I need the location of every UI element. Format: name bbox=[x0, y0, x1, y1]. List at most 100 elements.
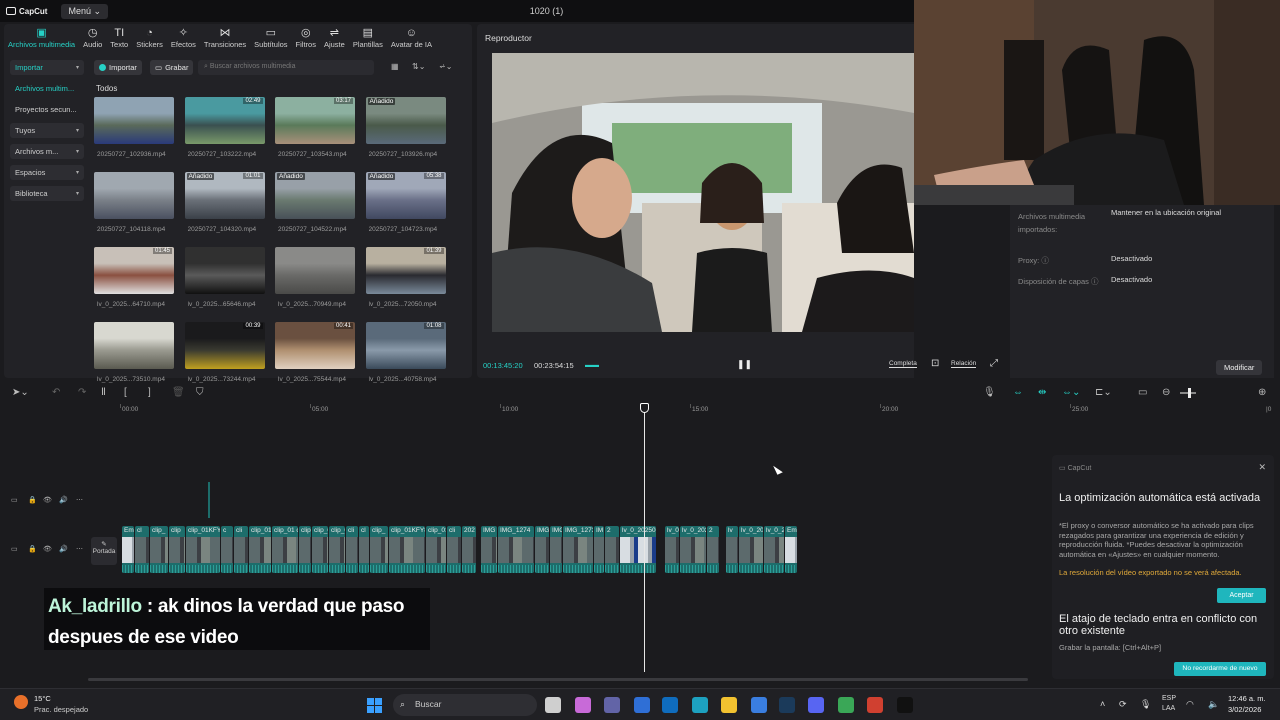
volume-icon[interactable]: 🔊 bbox=[59, 496, 68, 504]
side-nav-item[interactable]: Biblioteca ▾ bbox=[10, 186, 84, 201]
modify-button[interactable]: Modificar bbox=[1216, 360, 1263, 375]
outlook-icon[interactable] bbox=[662, 697, 678, 713]
timeline-clip[interactable]: clip_01 bbox=[426, 526, 446, 573]
media-thumbnail[interactable] bbox=[275, 247, 355, 294]
sync-icon[interactable]: ⟳ bbox=[1119, 699, 1127, 710]
chrome-icon[interactable] bbox=[838, 697, 854, 713]
timeline-clip[interactable]: Em bbox=[122, 526, 134, 573]
chrome-alt-icon[interactable] bbox=[867, 697, 883, 713]
timeline-clip[interactable]: clip bbox=[299, 526, 311, 573]
media-thumbnail[interactable]: 01:45 bbox=[94, 247, 174, 294]
undo-icon[interactable]: ↶ bbox=[52, 387, 60, 398]
media-thumbnail[interactable]: 05:38 Añadido bbox=[365, 172, 446, 219]
timeline-clip[interactable]: IMG bbox=[550, 526, 562, 573]
tab-media[interactable]: ▣ Archivos multimedia bbox=[4, 24, 79, 49]
zoom-in-icon[interactable]: ⊕ bbox=[1258, 387, 1266, 398]
preview-axis-icon[interactable]: ⊏⌄ bbox=[1095, 387, 1112, 398]
timeline-clip[interactable]: 202 bbox=[462, 526, 476, 573]
dont-remind-button[interactable]: No recordarme de nuevo bbox=[1174, 662, 1266, 676]
timeline-clip[interactable]: IMG_1 bbox=[535, 526, 549, 573]
media-thumbnail[interactable]: 03:17 bbox=[275, 97, 355, 144]
timeline-clip[interactable]: clip_0 bbox=[329, 526, 345, 573]
caption-icon[interactable]: ▭ bbox=[1138, 387, 1147, 398]
side-nav-item[interactable]: Archivos m... ▾ bbox=[10, 144, 84, 159]
more-icon[interactable]: ⋯ bbox=[76, 545, 83, 553]
media-thumbnail[interactable]: 02:49 bbox=[184, 97, 265, 144]
media-thumbnail[interactable]: 00:39 bbox=[184, 322, 265, 369]
speaker-icon[interactable]: 🔈 bbox=[1208, 699, 1219, 710]
crop-icon[interactable]: ⊡ bbox=[931, 358, 939, 369]
media-search-input[interactable]: ⌕ Buscar archivos multimedia bbox=[198, 60, 374, 75]
timeline-clip[interactable]: clip_01 bbox=[249, 526, 271, 573]
clock-date[interactable]: 3/02/2026 bbox=[1228, 705, 1261, 714]
zoom-out-icon[interactable]: ⊖ bbox=[1162, 387, 1170, 398]
zoom-slider-handle[interactable] bbox=[1188, 388, 1191, 398]
playhead[interactable] bbox=[644, 404, 645, 672]
media-thumbnail[interactable] bbox=[184, 247, 265, 294]
timeline-clip[interactable]: c bbox=[221, 526, 233, 573]
timeline-clip[interactable]: 2 bbox=[605, 526, 619, 573]
timeline-clip[interactable]: clip_01 cli bbox=[272, 526, 298, 573]
cover-button[interactable]: ✎ Portada bbox=[91, 537, 117, 565]
media-thumbnail[interactable] bbox=[94, 172, 174, 219]
pause-button[interactable]: ❚❚ bbox=[737, 359, 752, 370]
link-icon[interactable]: ⇔⌄ bbox=[1062, 387, 1080, 398]
weather-temp[interactable]: 15°C bbox=[34, 694, 51, 703]
grid-view-icon[interactable]: ▦ bbox=[391, 62, 399, 71]
tab-audio[interactable]: ◷ Audio bbox=[79, 24, 106, 49]
timeline-clip[interactable]: clip_ bbox=[370, 526, 388, 573]
media-thumbnail[interactable]: Añadido bbox=[275, 172, 355, 219]
tab-adjust[interactable]: ⇌ Ajuste bbox=[320, 24, 349, 49]
media-thumbnail[interactable] bbox=[94, 97, 174, 144]
tab-templates[interactable]: ▤ Plantillas bbox=[349, 24, 387, 49]
timeline-clip[interactable]: 2 bbox=[707, 526, 719, 573]
tab-filters[interactable]: ◎ Filtros bbox=[292, 24, 320, 49]
timeline-clip[interactable]: lv_0_2025 bbox=[739, 526, 763, 573]
microphone-icon[interactable]: 🎙 bbox=[1140, 699, 1151, 710]
media-thumbnail[interactable]: 01:01 Añadido bbox=[184, 172, 265, 219]
language-label[interactable]: ESP bbox=[1162, 695, 1176, 702]
volume-icon[interactable]: 🔊 bbox=[59, 545, 68, 553]
record-button[interactable]: ▭ Grabar bbox=[150, 60, 194, 75]
tab-text[interactable]: TI Texto bbox=[106, 24, 132, 49]
windows-start-icon[interactable] bbox=[367, 698, 382, 713]
lock-icon[interactable]: 🔒 bbox=[28, 545, 37, 553]
aspect-ratio-button[interactable]: Relación bbox=[951, 360, 977, 368]
side-nav-item[interactable]: Archivos multim... bbox=[10, 81, 84, 96]
capcut-icon[interactable] bbox=[897, 697, 913, 713]
timeline-clip[interactable]: cl bbox=[359, 526, 369, 573]
eye-icon[interactable]: 👁 bbox=[43, 545, 52, 553]
timeline-scrollbar[interactable] bbox=[88, 678, 1028, 681]
explorer-icon[interactable] bbox=[721, 697, 737, 713]
track-select-icon[interactable]: ▭ bbox=[11, 496, 18, 504]
timeline-clip[interactable]: clip_0 bbox=[312, 526, 328, 573]
timeline-clip[interactable]: IMG_1274 bbox=[498, 526, 534, 573]
trim-right-icon[interactable]: ] bbox=[148, 387, 151, 398]
split-icon[interactable]: Ⅱ bbox=[101, 387, 106, 398]
eye-icon[interactable]: 👁 bbox=[43, 496, 52, 504]
tab-effects[interactable]: ✧ Efectos bbox=[167, 24, 200, 49]
wifi-icon[interactable]: ◠ bbox=[1186, 699, 1194, 710]
steam-icon[interactable] bbox=[779, 697, 795, 713]
teams-icon[interactable] bbox=[604, 697, 620, 713]
clock-time[interactable]: 12:46 a. m. bbox=[1228, 694, 1266, 703]
full-quality-button[interactable]: Completa bbox=[889, 360, 917, 368]
select-tool-icon[interactable]: ➤⌄ bbox=[12, 387, 29, 398]
side-nav-item[interactable]: Espacios ▾ bbox=[10, 165, 84, 180]
chevron-up-icon[interactable]: ˄ bbox=[1100, 699, 1105, 709]
keyboard-layout-label[interactable]: LAA bbox=[1162, 705, 1175, 712]
bing-icon[interactable] bbox=[751, 697, 767, 713]
side-nav-item[interactable]: Proyectos secun... bbox=[10, 102, 84, 117]
timeline-ruler[interactable]: 00:00 05:00 10:00 15:00 20:00 25:00 |0 bbox=[88, 404, 1280, 416]
tab-ai-avatar[interactable]: ☺ Avatar de IA bbox=[387, 24, 436, 49]
import-button[interactable]: Importar bbox=[94, 60, 142, 75]
edge-icon[interactable] bbox=[692, 697, 708, 713]
timeline-clip[interactable]: cli bbox=[447, 526, 461, 573]
video-preview[interactable] bbox=[492, 53, 914, 332]
copilot-icon[interactable] bbox=[575, 697, 591, 713]
delete-icon[interactable]: 🗑 bbox=[172, 387, 185, 398]
filter-icon[interactable]: ⩫⌄ bbox=[439, 62, 452, 71]
timeline-clip[interactable]: cl bbox=[135, 526, 149, 573]
timeline-clip[interactable]: clip_01KFY8 bbox=[389, 526, 425, 573]
timeline-clip[interactable]: clip bbox=[169, 526, 185, 573]
